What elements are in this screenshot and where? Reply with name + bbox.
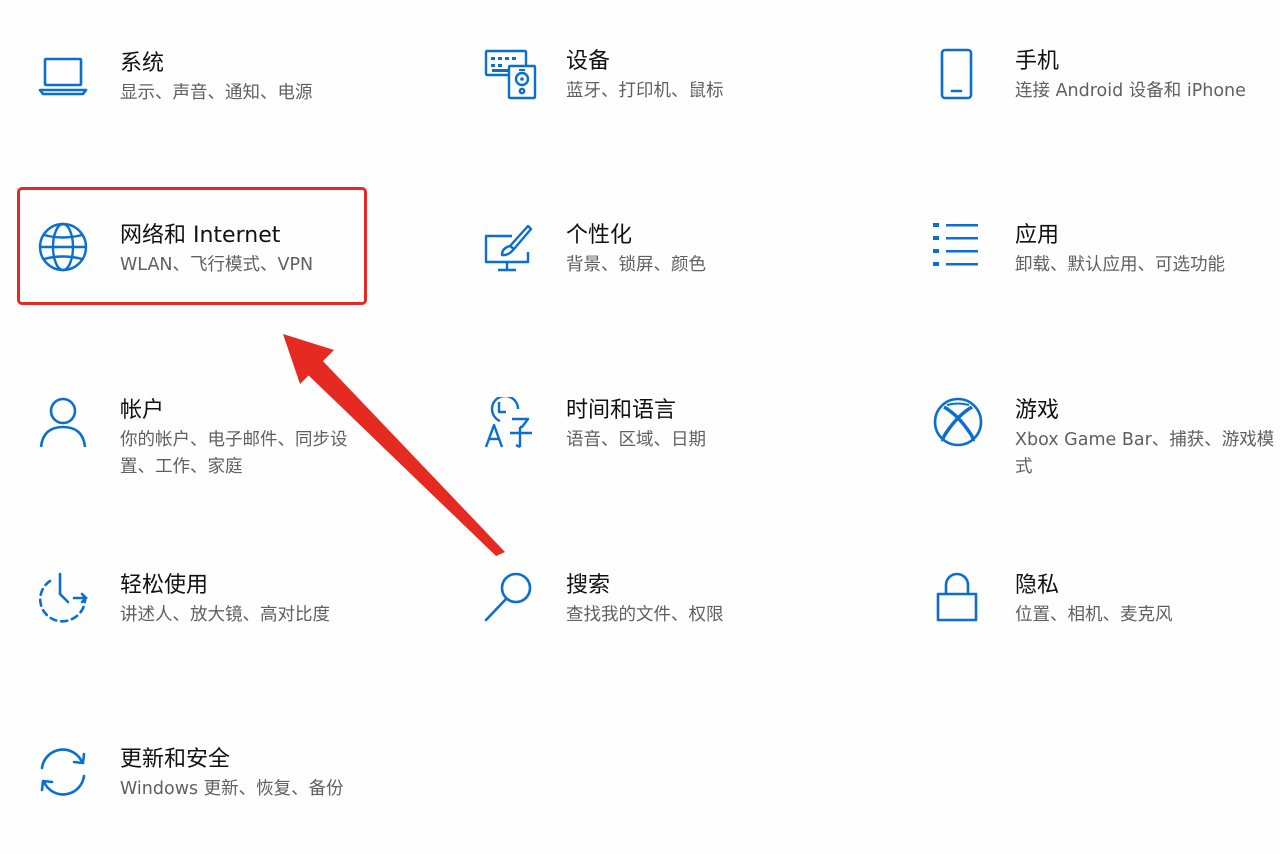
annotation-arrow xyxy=(283,334,505,556)
